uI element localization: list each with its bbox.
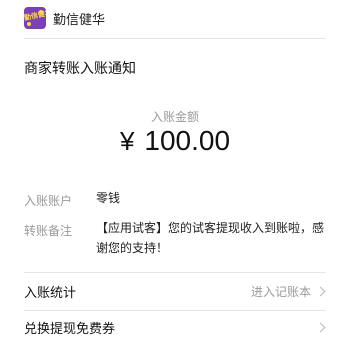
account-label: 入账账户 bbox=[24, 194, 73, 208]
amount-display: ¥100.00 bbox=[0, 125, 350, 157]
entry-stats-row[interactable]: 入账统计 进入记账本 bbox=[24, 280, 326, 302]
amount-value: 100.00 bbox=[144, 125, 231, 156]
remark-label: 转账备注 bbox=[24, 224, 73, 238]
logo-dot-icon bbox=[27, 22, 31, 26]
remark-value: 【应用试客】您的试客提现收入到账啦，感谢您的支持！ bbox=[96, 221, 325, 255]
row-divider bbox=[24, 310, 326, 311]
currency-symbol: ¥ bbox=[119, 126, 135, 156]
section-divider bbox=[24, 272, 326, 273]
free-coupon-row[interactable]: 兑换提现免费券 bbox=[24, 316, 326, 338]
header-divider bbox=[24, 38, 326, 39]
app-logo: 勤信健华 bbox=[24, 7, 46, 29]
header[interactable]: 勤信健华 勤信健华 bbox=[24, 7, 105, 29]
amount-label: 入账金额 bbox=[150, 110, 199, 124]
transfer-notice-card: 勤信健华 勤信健华 商家转账入账通知 入账金额 ¥100.00 入账账户 零钱 … bbox=[0, 0, 350, 350]
free-coupon-label: 兑换提现免费券 bbox=[24, 321, 116, 337]
account-value: 零钱 bbox=[96, 191, 121, 205]
entry-stats-label: 入账统计 bbox=[24, 285, 77, 301]
notice-title: 商家转账入账通知 bbox=[24, 61, 136, 77]
logo-text: 勤信健华 bbox=[24, 8, 46, 23]
app-name: 勤信健华 bbox=[53, 12, 106, 28]
chevron-right-icon bbox=[315, 286, 326, 296]
chevron-right-icon bbox=[315, 322, 326, 332]
ledger-link-hint: 进入记账本 bbox=[250, 284, 311, 299]
